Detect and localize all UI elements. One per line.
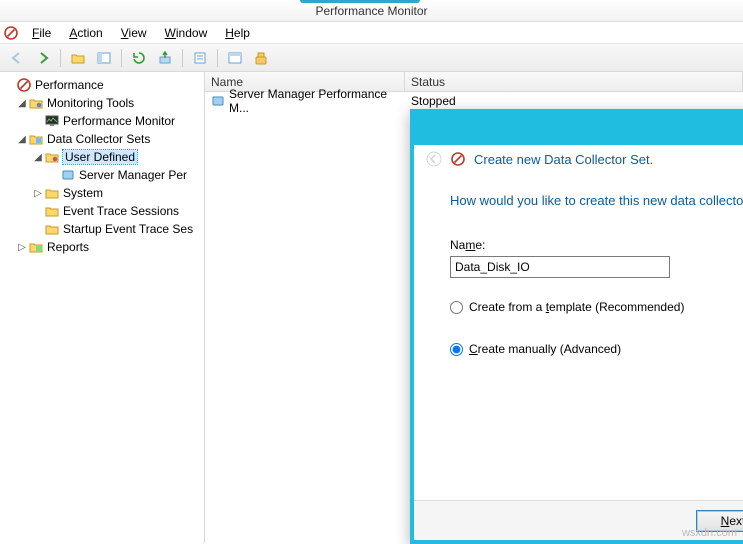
option-template-label: Create from a template (Recommended) xyxy=(469,300,684,314)
toolbar-separator xyxy=(60,49,61,67)
new-window-button[interactable] xyxy=(224,47,246,69)
main-area: Performance ◢ Monitoring Tools Performan… xyxy=(0,72,743,543)
tree-label: Startup Event Trace Ses xyxy=(63,222,193,236)
tree-label: Reports xyxy=(47,240,89,254)
tree-user-defined[interactable]: ◢ User Defined xyxy=(4,148,204,166)
menu-action[interactable]: Action xyxy=(61,24,110,42)
tree-reports[interactable]: ▷ Reports xyxy=(4,238,204,256)
window-titlebar: Performance Monitor xyxy=(0,0,743,22)
name-label: Name: xyxy=(450,238,743,252)
toolbar-separator-4 xyxy=(217,49,218,67)
forward-button[interactable] xyxy=(32,47,54,69)
dcs-icon xyxy=(28,131,44,147)
menu-window[interactable]: Window xyxy=(157,24,216,42)
ets-icon xyxy=(44,203,60,219)
wizard-question: How would you like to create this new da… xyxy=(450,193,743,208)
startup-ets-icon xyxy=(44,221,60,237)
menubar: File Action View Window Help xyxy=(0,22,743,44)
tree-label: Event Trace Sessions xyxy=(63,204,179,218)
menu-help[interactable]: Help xyxy=(217,24,258,42)
watermark: wsxdn.com xyxy=(682,527,737,539)
row-name: Server Manager Performance M... xyxy=(229,87,399,115)
tree-system[interactable]: ▷ System xyxy=(4,184,204,202)
show-hide-tree-button[interactable] xyxy=(93,47,115,69)
toolbar-separator-2 xyxy=(121,49,122,67)
back-arrow-icon xyxy=(426,151,442,167)
toolbar xyxy=(0,44,743,72)
tree-collapse-icon[interactable]: ◢ xyxy=(16,98,28,109)
system-icon xyxy=(44,185,60,201)
monitor-icon xyxy=(44,113,60,129)
app-icon xyxy=(4,26,18,40)
folder-tools-icon xyxy=(28,95,44,111)
tree-expand-icon[interactable]: ▷ xyxy=(16,242,28,253)
tree-label: Server Manager Per xyxy=(79,168,187,182)
tree-label: Performance Monitor xyxy=(63,114,175,128)
collector-icon xyxy=(211,95,225,107)
data-collector-button[interactable] xyxy=(250,47,272,69)
option-manual-label: Create manually (Advanced) xyxy=(469,342,621,356)
tree-label: User Defined xyxy=(63,150,137,164)
tree-performance-monitor[interactable]: Performance Monitor xyxy=(4,112,204,130)
tree-label: Monitoring Tools xyxy=(47,96,134,110)
back-button xyxy=(6,47,28,69)
tree-event-trace-sessions[interactable]: Event Trace Sessions xyxy=(4,202,204,220)
dcs-header-icon xyxy=(450,151,466,167)
tree-label: Performance xyxy=(35,78,104,92)
reports-icon xyxy=(28,239,44,255)
menu-file[interactable]: File xyxy=(24,24,59,42)
export-button[interactable] xyxy=(154,47,176,69)
name-input[interactable] xyxy=(450,256,670,278)
tree-monitoring-tools[interactable]: ◢ Monitoring Tools xyxy=(4,94,204,112)
tree-data-collector-sets[interactable]: ◢ Data Collector Sets xyxy=(4,130,204,148)
option-template[interactable]: Create from a template (Recommended) xyxy=(450,300,743,314)
wizard-body: How would you like to create this new da… xyxy=(414,173,743,500)
open-folder-button[interactable] xyxy=(67,47,89,69)
properties-button[interactable] xyxy=(189,47,211,69)
window-title: Performance Monitor xyxy=(315,4,427,18)
tree-root-performance[interactable]: Performance xyxy=(4,76,204,94)
wizard-header-text: Create new Data Collector Set. xyxy=(474,152,653,167)
tree-collapse-icon[interactable]: ◢ xyxy=(16,134,28,145)
content-pane: Name Status Server Manager Performance M… xyxy=(205,72,743,543)
column-header-status[interactable]: Status xyxy=(405,72,743,91)
tree-collapse-icon[interactable]: ◢ xyxy=(32,152,44,163)
wizard-titlebar[interactable] xyxy=(414,113,743,145)
refresh-button[interactable] xyxy=(128,47,150,69)
toolbar-separator-3 xyxy=(182,49,183,67)
create-dcs-wizard: Create new Data Collector Set. How would… xyxy=(410,109,743,544)
menu-view[interactable]: View xyxy=(113,24,155,42)
tree-startup-event-trace-sessions[interactable]: Startup Event Trace Ses xyxy=(4,220,204,238)
navigation-tree[interactable]: Performance ◢ Monitoring Tools Performan… xyxy=(0,72,205,543)
radio-manual[interactable] xyxy=(450,343,463,356)
accent-strip xyxy=(300,0,420,3)
user-defined-icon xyxy=(44,149,60,165)
tree-server-manager-perf[interactable]: Server Manager Per xyxy=(4,166,204,184)
collector-icon xyxy=(60,167,76,183)
wizard-header: Create new Data Collector Set. xyxy=(414,145,743,173)
tree-label: System xyxy=(63,186,103,200)
tree-label: Data Collector Sets xyxy=(47,132,150,146)
app-icon xyxy=(16,77,32,93)
tree-expand-icon[interactable]: ▷ xyxy=(32,188,44,199)
list-row[interactable]: Server Manager Performance M... Stopped xyxy=(205,92,743,110)
radio-template[interactable] xyxy=(450,301,463,314)
option-manual[interactable]: Create manually (Advanced) xyxy=(450,342,743,356)
row-status: Stopped xyxy=(405,94,462,108)
